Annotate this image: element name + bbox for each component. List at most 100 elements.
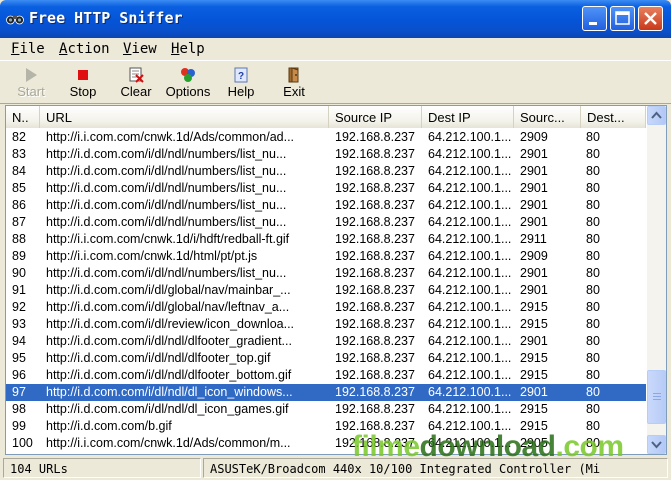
cell-url: http://i.d.com.com/i/dl/ndl/numbers/list…	[46, 164, 287, 178]
cell-url: http://i.d.com.com/i/dl/ndl/dl_icon_game…	[46, 402, 289, 416]
cell-dest-port: 80	[586, 266, 600, 280]
cell-number: 86	[12, 198, 26, 212]
table-row[interactable]: 84 http://i.d.com.com/i/dl/ndl/numbers/li…	[6, 163, 646, 180]
help-button[interactable]: ? Help	[216, 63, 266, 103]
cell-dest-port: 80	[586, 351, 600, 365]
maximize-button[interactable]	[610, 6, 635, 31]
column-header-source-ip[interactable]: Source IP	[329, 106, 422, 128]
cell-dest-ip: 64.212.100.1...	[428, 266, 512, 280]
cell-source-port: 2915	[520, 402, 548, 416]
cell-source-ip: 192.168.8.237	[335, 317, 415, 331]
cell-source-ip: 192.168.8.237	[335, 402, 415, 416]
cell-number: 98	[12, 402, 26, 416]
column-header-dest-port[interactable]: Dest...	[581, 106, 646, 128]
cell-number: 97	[12, 385, 26, 399]
vertical-scrollbar[interactable]	[647, 106, 666, 454]
column-header-dest-ip[interactable]: Dest IP	[422, 106, 514, 128]
url-list[interactable]: N.. URL Source IP Dest IP Sourc... Dest.…	[5, 105, 667, 455]
table-row[interactable]: 83 http://i.d.com.com/i/dl/ndl/numbers/li…	[6, 146, 646, 163]
cell-source-ip: 192.168.8.237	[335, 266, 415, 280]
table-row[interactable]: 91 http://i.d.com.com/i/dl/global/nav/mai…	[6, 282, 646, 299]
cell-source-ip: 192.168.8.237	[335, 130, 415, 144]
start-button[interactable]: Start	[6, 63, 56, 103]
cell-source-ip: 192.168.8.237	[335, 368, 415, 382]
close-button[interactable]	[638, 6, 663, 31]
cell-dest-ip: 64.212.100.1...	[428, 351, 512, 365]
cell-dest-ip: 64.212.100.1...	[428, 300, 512, 314]
scroll-up-button[interactable]	[647, 106, 666, 125]
cell-dest-port: 80	[586, 385, 600, 399]
cell-source-port: 2915	[520, 300, 548, 314]
cell-dest-port: 80	[586, 317, 600, 331]
column-header-url[interactable]: URL	[40, 106, 329, 128]
table-row[interactable]: 95 http://i.d.com.com/i/dl/ndl/dlfooter_t…	[6, 350, 646, 367]
options-button[interactable]: Options	[163, 63, 213, 103]
menu-file[interactable]: File	[11, 41, 45, 57]
table-row[interactable]: 88 http://i.i.com.com/cnwk.1d/i/hdft/redb…	[6, 231, 646, 248]
exit-button[interactable]: Exit	[269, 63, 319, 103]
table-row[interactable]: 82 http://i.i.com.com/cnwk.1d/Ads/common/…	[6, 129, 646, 146]
menu-bar: File Action View Help	[0, 38, 671, 60]
menu-help[interactable]: Help	[171, 41, 205, 57]
cell-number: 84	[12, 164, 26, 178]
menu-action[interactable]: Action	[59, 41, 110, 57]
cell-url: http://i.d.com.com/i/dl/ndl/numbers/list…	[46, 198, 287, 212]
table-row[interactable]: 86 http://i.d.com.com/i/dl/ndl/numbers/li…	[6, 197, 646, 214]
table-row[interactable]: 90 http://i.d.com.com/i/dl/ndl/numbers/li…	[6, 265, 646, 282]
cell-source-ip: 192.168.8.237	[335, 283, 415, 297]
cell-url: http://i.d.com.com/i/dl/ndl/numbers/list…	[46, 215, 287, 229]
cell-dest-ip: 64.212.100.1...	[428, 283, 512, 297]
cell-number: 96	[12, 368, 26, 382]
cell-source-ip: 192.168.8.237	[335, 300, 415, 314]
toolbar: Start Stop Clear Options ? Help Exit	[0, 60, 671, 104]
column-header-source-port[interactable]: Sourc...	[514, 106, 581, 128]
cell-url: http://i.d.com.com/i/dl/ndl/numbers/list…	[46, 147, 287, 161]
table-row[interactable]: 94 http://i.d.com.com/i/dl/ndl/dlfooter_g…	[6, 333, 646, 350]
cell-number: 90	[12, 266, 26, 280]
cell-dest-port: 80	[586, 300, 600, 314]
table-row[interactable]: 89 http://i.i.com.com/cnwk.1d/html/pt/pt.…	[6, 248, 646, 265]
title-bar[interactable]: Free HTTP Sniffer	[0, 0, 671, 38]
cell-dest-port: 80	[586, 181, 600, 195]
cell-dest-ip: 64.212.100.1...	[428, 232, 512, 246]
column-header-number[interactable]: N..	[6, 106, 40, 128]
arrow-down-icon	[651, 441, 662, 449]
options-icon	[181, 68, 195, 82]
cell-dest-ip: 64.212.100.1...	[428, 334, 512, 348]
cell-number: 88	[12, 232, 26, 246]
maximize-icon	[615, 11, 630, 25]
scroll-down-button[interactable]	[647, 435, 666, 454]
cell-source-port: 2915	[520, 351, 548, 365]
table-row[interactable]: 98 http://i.d.com.com/i/dl/ndl/dl_icon_ga…	[6, 401, 646, 418]
cell-dest-port: 80	[586, 130, 600, 144]
table-row[interactable]: 92 http://i.d.com.com/i/dl/global/nav/lef…	[6, 299, 646, 316]
table-row[interactable]: 93 http://i.d.com.com/i/dl/review/icon_do…	[6, 316, 646, 333]
menu-view[interactable]: View	[123, 41, 157, 57]
clear-button[interactable]: Clear	[111, 63, 161, 103]
cell-number: 85	[12, 181, 26, 195]
cell-url: http://i.d.com.com/i/dl/ndl/dlfooter_bot…	[46, 368, 292, 382]
minimize-icon	[589, 22, 597, 25]
binoculars-icon	[6, 15, 24, 25]
exit-door-icon	[288, 67, 299, 83]
cell-number: 91	[12, 283, 26, 297]
cell-url: http://i.d.com.com/i/dl/review/icon_down…	[46, 317, 295, 331]
minimize-button[interactable]	[582, 6, 607, 31]
stop-button[interactable]: Stop	[58, 63, 108, 103]
table-row[interactable]: 85 http://i.d.com.com/i/dl/ndl/numbers/li…	[6, 180, 646, 197]
cell-source-port: 2901	[520, 385, 548, 399]
cell-dest-ip: 64.212.100.1...	[428, 368, 512, 382]
cell-source-ip: 192.168.8.237	[335, 351, 415, 365]
cell-source-port: 2911	[520, 232, 547, 246]
cell-dest-port: 80	[586, 368, 600, 382]
cell-number: 93	[12, 317, 26, 331]
table-row[interactable]: 87 http://i.d.com.com/i/dl/ndl/numbers/li…	[6, 214, 646, 231]
cell-source-ip: 192.168.8.237	[335, 385, 415, 399]
table-row[interactable]: 97 http://i.d.com.com/i/dl/ndl/dl_icon_wi…	[6, 384, 646, 401]
scroll-thumb[interactable]	[647, 370, 666, 424]
table-row[interactable]: 96 http://i.d.com.com/i/dl/ndl/dlfooter_b…	[6, 367, 646, 384]
cell-number: 83	[12, 147, 26, 161]
cell-source-port: 2909	[520, 249, 548, 263]
arrow-up-icon	[651, 111, 662, 119]
cell-dest-ip: 64.212.100.1...	[428, 317, 512, 331]
